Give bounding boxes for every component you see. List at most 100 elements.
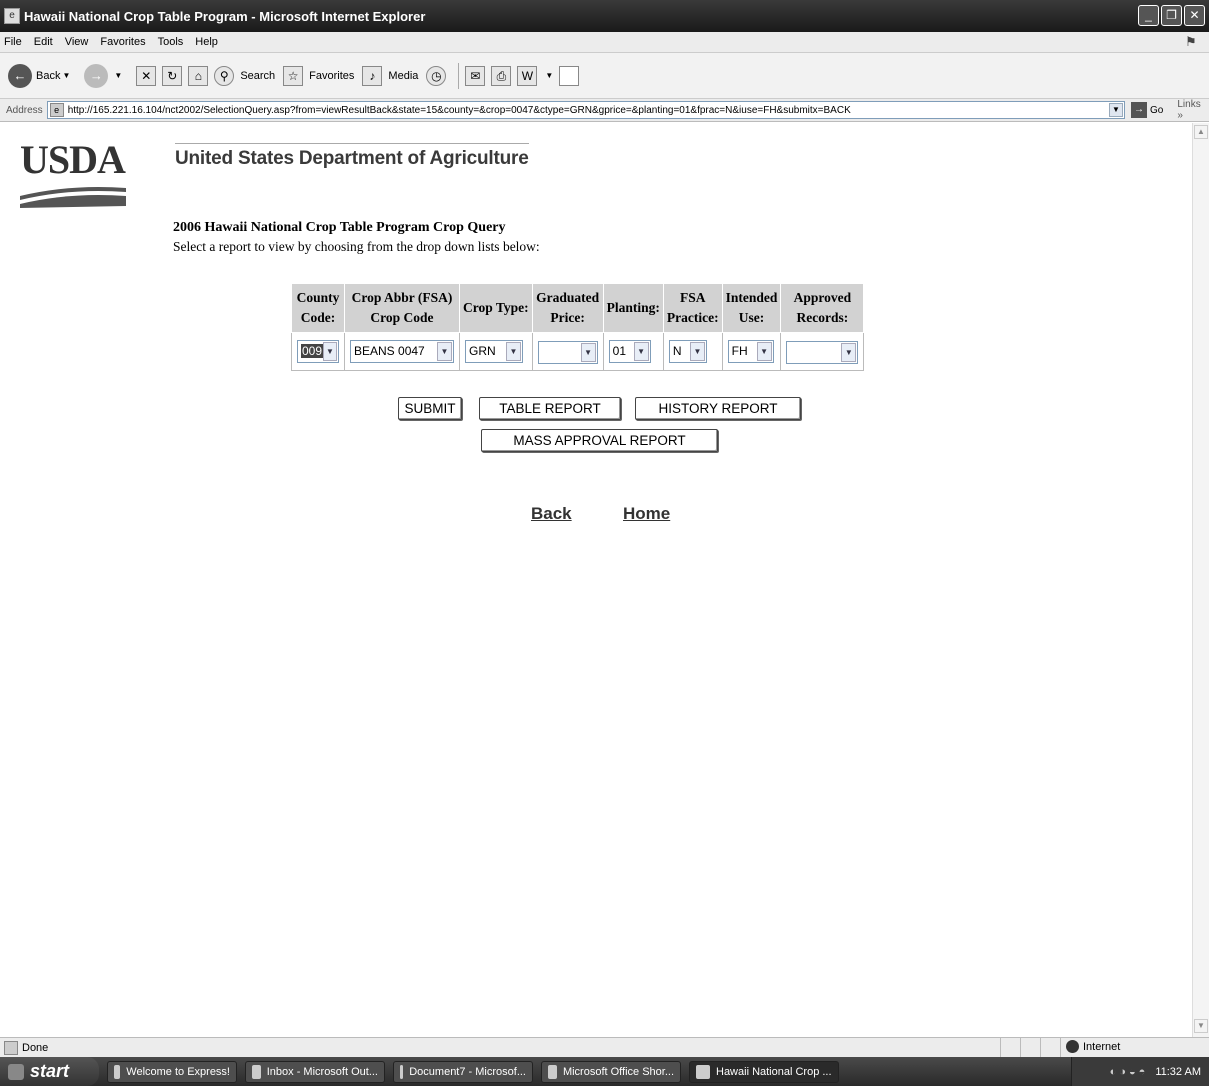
- edit-dropdown-icon[interactable]: ▼: [545, 71, 553, 80]
- chevron-down-icon: ▼: [506, 341, 521, 361]
- approved-records-select[interactable]: ▼: [786, 340, 859, 364]
- usda-swoosh-icon: [20, 187, 126, 208]
- menu-tools[interactable]: Tools: [158, 36, 184, 48]
- restore-button[interactable]: ❐: [1161, 5, 1182, 26]
- scroll-up-icon[interactable]: ▲: [1194, 125, 1208, 139]
- internet-globe-icon: [1066, 1040, 1079, 1053]
- back-button[interactable]: ← Back ▼: [8, 63, 76, 88]
- page-content: USDA United States Department of Agricul…: [8, 123, 1192, 1037]
- chevron-down-icon: ▼: [580, 342, 596, 362]
- menu-view[interactable]: View: [65, 36, 89, 48]
- back-dropdown-icon[interactable]: ▼: [62, 71, 70, 80]
- links-button[interactable]: Links »: [1177, 99, 1209, 121]
- history-report-button[interactable]: HISTORY REPORT: [635, 397, 801, 420]
- page-title: 2006 Hawaii National Crop Table Program …: [173, 220, 506, 235]
- url-text[interactable]: http://165.221.16.104/nct2002/SelectionQ…: [68, 105, 851, 116]
- media-button[interactable]: ♪ Media: [362, 65, 418, 86]
- menu-file[interactable]: File: [4, 36, 22, 48]
- stop-icon[interactable]: ✕: [136, 65, 157, 86]
- menu-edit[interactable]: Edit: [34, 36, 53, 48]
- forward-button[interactable]: → ▼: [84, 63, 128, 88]
- word-edit-icon[interactable]: W: [517, 65, 538, 86]
- go-button[interactable]: → Go: [1131, 102, 1163, 118]
- back-link[interactable]: Back: [531, 504, 572, 524]
- back-arrow-icon: ←: [8, 63, 32, 88]
- address-field[interactable]: e http://165.221.16.104/nct2002/Selectio…: [46, 101, 1125, 119]
- menu-bar: File Edit View Favorites Tools Help ⚑: [0, 32, 1209, 52]
- window-title-bar[interactable]: e Hawaii National Crop Table Program - M…: [0, 0, 1209, 32]
- submit-button[interactable]: SUBMIT: [398, 397, 462, 420]
- crop-code-select[interactable]: BEANS 0047 ▼: [350, 339, 454, 363]
- header-intended-use: Intended Use:: [721, 283, 782, 333]
- media-icon: ♪: [362, 65, 383, 86]
- address-label: Address: [6, 104, 43, 116]
- county-code-select[interactable]: 009 ▼: [297, 339, 339, 363]
- mass-approval-report-button[interactable]: MASS APPROVAL REPORT: [481, 429, 718, 452]
- favorites-star-icon: ☆: [283, 65, 304, 86]
- security-zone: Internet: [1066, 1040, 1120, 1053]
- page-instructions: Select a report to view by choosing from…: [173, 239, 540, 254]
- menu-help[interactable]: Help: [195, 36, 218, 48]
- discuss-icon[interactable]: [559, 65, 580, 86]
- taskbar-item-word[interactable]: Document7 - Microsof...: [393, 1060, 533, 1083]
- page-done-icon: [4, 1040, 18, 1055]
- fsa-practice-select[interactable]: N ▼: [668, 339, 707, 363]
- forward-arrow-icon: →: [84, 63, 109, 88]
- windows-flag-icon: [8, 1063, 24, 1080]
- taskbar-item-outlook[interactable]: Inbox - Microsoft Out...: [245, 1060, 385, 1083]
- chevron-down-icon: ▼: [689, 341, 705, 361]
- mail-icon[interactable]: ✉: [465, 65, 486, 86]
- status-bar: Done Internet: [0, 1037, 1209, 1058]
- query-table: County Code: Crop Abbr (FSA) Crop Code Cro…: [291, 283, 865, 371]
- favorites-button[interactable]: ☆ Favorites: [283, 65, 354, 86]
- page-icon: e: [49, 103, 64, 117]
- windows-logo-icon: ⚑: [1185, 34, 1197, 49]
- vertical-scrollbar[interactable]: ▲ ▼: [1192, 123, 1209, 1037]
- address-dropdown-icon[interactable]: ▼: [1109, 103, 1123, 117]
- minimize-button[interactable]: _: [1138, 5, 1159, 26]
- header-county-code: County Code:: [291, 283, 345, 333]
- help-icon: [114, 1064, 121, 1079]
- print-icon[interactable]: ⎙: [491, 65, 512, 86]
- taskbar: start Welcome to Express! Inbox - Micros…: [0, 1057, 1209, 1086]
- menu-favorites[interactable]: Favorites: [100, 36, 145, 48]
- search-button[interactable]: ⚲ Search: [214, 65, 275, 86]
- header-graduated-price: Graduated Price:: [531, 283, 604, 333]
- refresh-icon[interactable]: ↻: [162, 65, 183, 86]
- history-icon[interactable]: ◷: [426, 65, 447, 86]
- taskbar-item-express[interactable]: Welcome to Express!: [107, 1060, 237, 1083]
- header-approved-records: Approved Records:: [780, 283, 865, 333]
- address-bar: Address e http://165.221.16.104/nct2002/…: [0, 98, 1209, 122]
- start-button[interactable]: start: [0, 1057, 99, 1086]
- planting-select[interactable]: 01 ▼: [608, 339, 651, 363]
- go-arrow-icon: →: [1131, 102, 1147, 118]
- search-icon: ⚲: [214, 65, 235, 86]
- clock: 11:32 AM: [1155, 1065, 1201, 1078]
- ie-icon: [696, 1064, 710, 1079]
- home-icon[interactable]: ⌂: [188, 65, 209, 86]
- usda-logo: USDA: [20, 140, 126, 210]
- close-button[interactable]: ✕: [1184, 5, 1205, 26]
- word-icon: [400, 1064, 404, 1079]
- tray-icons[interactable]: ◐ ◑ ◒ ◓: [1110, 1066, 1146, 1078]
- system-tray: ◐ ◑ ◒ ◓ 11:32 AM: [1071, 1057, 1209, 1086]
- scroll-down-icon[interactable]: ▼: [1194, 1019, 1208, 1033]
- department-title: United States Department of Agriculture: [175, 143, 529, 170]
- status-text: Done: [22, 1041, 49, 1054]
- forward-dropdown-icon[interactable]: ▼: [114, 71, 122, 80]
- graduated-price-select[interactable]: ▼: [537, 340, 598, 364]
- chevron-down-icon: ▼: [756, 341, 772, 361]
- window-title: Hawaii National Crop Table Program - Mic…: [24, 8, 426, 24]
- table-report-button[interactable]: TABLE REPORT: [479, 397, 621, 420]
- taskbar-item-ie[interactable]: Hawaii National Crop ...: [689, 1060, 839, 1083]
- taskbar-item-office-shortcut[interactable]: Microsoft Office Shor...: [541, 1060, 681, 1083]
- crop-type-select[interactable]: GRN ▼: [465, 339, 523, 363]
- intended-use-select[interactable]: FH ▼: [727, 339, 774, 363]
- header-planting: Planting:: [602, 283, 664, 333]
- home-link[interactable]: Home: [623, 504, 670, 524]
- toolbar-separator: [458, 62, 460, 89]
- chevron-down-icon: ▼: [323, 341, 337, 361]
- office-icon: [548, 1064, 557, 1079]
- chevron-down-icon: ▼: [633, 341, 649, 361]
- chevron-down-icon: ▼: [841, 342, 857, 362]
